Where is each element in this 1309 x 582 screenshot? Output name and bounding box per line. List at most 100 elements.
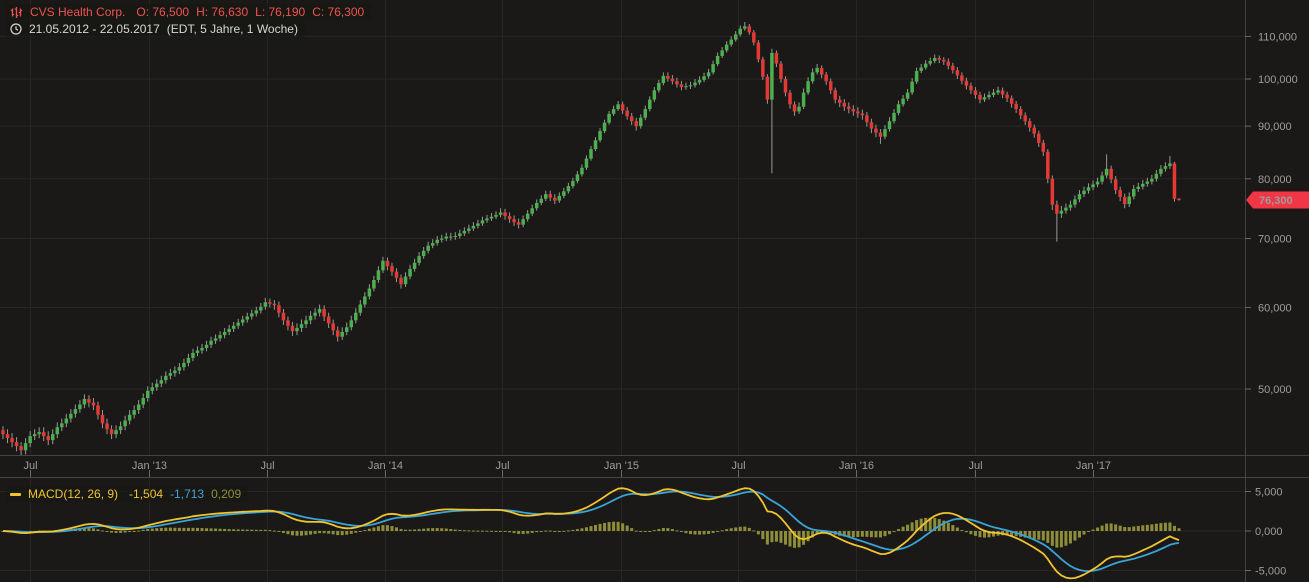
svg-text:5,000: 5,000: [1255, 487, 1283, 499]
macd-histogram-bar: [92, 528, 95, 531]
macd-histogram-bar: [155, 528, 158, 531]
candle-down: [1046, 152, 1050, 179]
candle-down: [331, 323, 335, 330]
macd-histogram-bar: [295, 531, 298, 536]
candle-down: [1051, 179, 1055, 205]
macd-histogram-bar: [273, 531, 276, 532]
macd-histogram-bar: [1096, 528, 1099, 531]
macd-histogram-bar: [517, 531, 520, 534]
macd-title[interactable]: MACD(12, 26, 9): [28, 487, 118, 501]
last-price-tag[interactable]: 76,300: [1246, 191, 1309, 208]
candle-down: [46, 436, 50, 440]
macd-histogram-bar: [680, 531, 683, 532]
candle-up: [1155, 174, 1159, 179]
macd-histogram-bar: [906, 525, 909, 531]
macd-histogram-bar: [752, 530, 755, 531]
candle-down: [974, 90, 978, 95]
symbol-legend[interactable]: CVS Health Corp. O: 76,500 H: 76,630 L: …: [6, 4, 371, 20]
macd-histogram-bar: [508, 531, 511, 532]
macd-histogram-bar: [481, 531, 484, 532]
candle-up: [544, 194, 548, 199]
low-value: L: 76,190: [255, 5, 305, 19]
candle-down: [634, 121, 638, 126]
candle-up: [1096, 182, 1100, 185]
time-axis[interactable]: JulJan '13JulJan '14JulJan '15JulJan '16…: [23, 460, 1111, 477]
candle-up: [580, 168, 584, 175]
candle-up: [313, 313, 317, 316]
candle-up: [33, 434, 37, 436]
macd-histogram-bar: [191, 528, 194, 531]
candle-up: [295, 328, 299, 331]
candle-up: [245, 316, 249, 319]
macd-histogram-bar: [630, 528, 633, 531]
candle-up: [300, 324, 304, 328]
candle-down: [1118, 190, 1122, 197]
candle-down: [1028, 121, 1032, 127]
macd-histogram-bar: [137, 531, 140, 532]
macd-histogram-bar: [969, 531, 972, 534]
candle-up: [191, 353, 195, 358]
candle-up: [526, 214, 530, 219]
candle-up: [1091, 184, 1095, 187]
candle-down: [286, 320, 290, 325]
open-value: O: 76,500: [136, 5, 189, 19]
candle-up: [689, 85, 693, 86]
macd-histogram-bar: [259, 530, 262, 531]
macd-histogram-bar: [725, 529, 728, 531]
macd-histogram-bar: [1101, 526, 1104, 531]
macd-histogram-bar: [485, 531, 488, 532]
candle-up: [1141, 184, 1145, 187]
candle-up: [648, 100, 652, 109]
candle-up: [1100, 175, 1104, 181]
candle-down: [92, 403, 96, 406]
macd-histogram-bar: [476, 531, 479, 532]
svg-text:Jan '17: Jan '17: [1076, 460, 1111, 472]
macd-histogram-bar: [748, 528, 751, 531]
candle-up: [236, 323, 240, 326]
candle-down: [1005, 94, 1009, 98]
candle-down: [1037, 134, 1041, 143]
candle-down: [852, 109, 856, 111]
candle-down: [268, 302, 272, 303]
candle-up: [494, 215, 498, 217]
symbol-name[interactable]: CVS Health Corp.: [30, 5, 125, 19]
macd-legend[interactable]: MACD(12, 26, 9) -1,504 -1,713 0,209: [6, 486, 248, 502]
candle-up: [155, 384, 159, 388]
macd-histogram-bar: [386, 525, 389, 531]
candle-up: [738, 29, 742, 35]
macd-histogram-bar: [603, 523, 606, 531]
candle-up: [476, 223, 480, 225]
candle-up: [485, 219, 489, 221]
macd-histogram-bar: [1159, 523, 1162, 531]
price-axis[interactable]: 110,000100,00090,00080,00070,00060,00050…: [1245, 31, 1298, 396]
candle-up: [490, 217, 494, 219]
date-range: 21.05.2012 - 22.05.2017: [29, 22, 160, 36]
macd-histogram-bar: [531, 531, 534, 533]
macd-histogram-bar: [861, 531, 864, 537]
macd-histogram-bar: [522, 531, 525, 534]
macd-histogram-bar: [173, 528, 176, 531]
candle-up: [151, 387, 155, 391]
svg-text:-5,000: -5,000: [1255, 566, 1286, 578]
candle-up: [539, 199, 543, 203]
candle-up: [372, 280, 376, 288]
macd-histogram-bar: [1087, 531, 1090, 532]
macd-histogram-bar: [409, 530, 412, 531]
candle-down: [1042, 143, 1046, 152]
macd-histogram-bar: [716, 531, 719, 532]
indicator-axis[interactable]: 5,0000,000-5,000: [1245, 487, 1286, 578]
macd-histogram-bar: [978, 531, 981, 537]
macd-histogram-bar: [305, 531, 308, 535]
candle-up: [883, 129, 887, 137]
macd-histogram-bar: [246, 530, 249, 531]
macd-histogram-bar: [345, 531, 348, 535]
candle-down: [101, 415, 105, 424]
candle-down: [1109, 169, 1113, 180]
macd-histogram-bar: [395, 527, 398, 531]
macd-histogram-bar: [888, 531, 891, 534]
candle-down: [553, 198, 557, 201]
candle-up: [1159, 169, 1163, 174]
candle-up: [78, 404, 82, 409]
candle-up: [137, 404, 141, 410]
candle-down: [19, 446, 23, 450]
